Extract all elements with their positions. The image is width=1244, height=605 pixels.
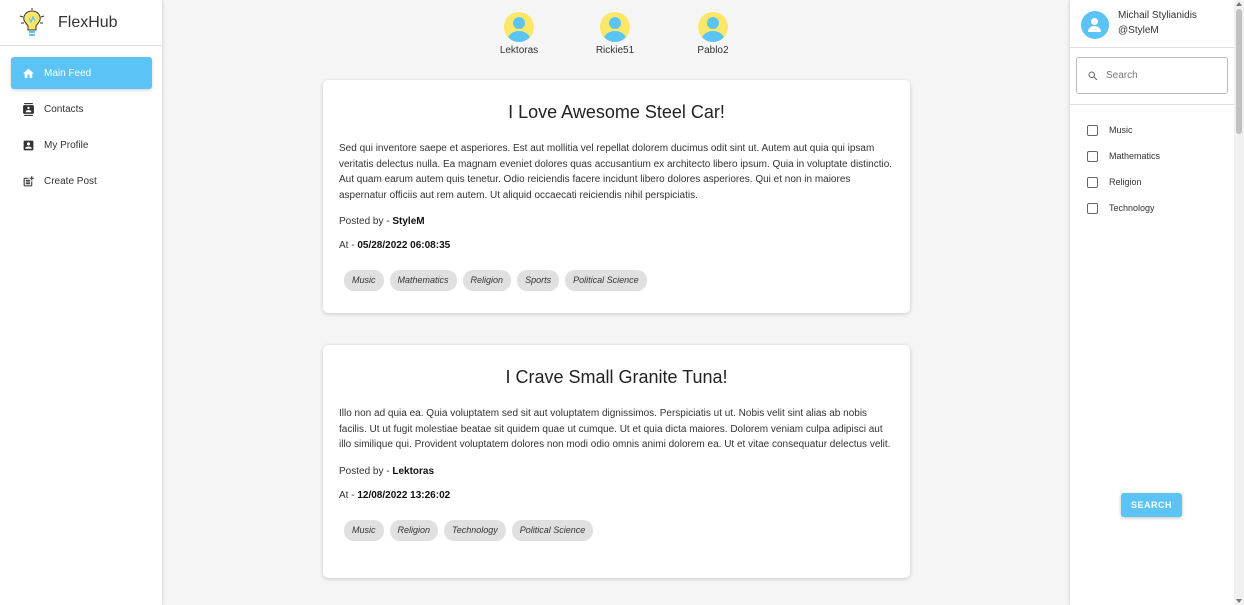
stories-row: Lektoras Rickie51 Pablo2 [0, 12, 1244, 62]
post-tags: Music Religion Technology Political Scie… [339, 519, 894, 541]
tag-chip[interactable]: Music [344, 519, 384, 541]
scrollbar-thumb[interactable] [1236, 9, 1242, 134]
post-body: Illo non ad quia ea. Quia voluptatem sed… [339, 408, 891, 450]
filter-music[interactable]: Music [1087, 117, 1244, 143]
story-item[interactable]: Rickie51 [585, 12, 645, 56]
post-tags: Music Mathematics Religion Sports Politi… [339, 270, 894, 291]
user-handle: @StyleM [1118, 25, 1159, 36]
contacts-icon [23, 102, 34, 116]
profile-icon [23, 140, 34, 150]
avatar [698, 12, 728, 42]
user-header[interactable]: Michail Stylianidis @StyleM [1070, 0, 1244, 48]
checkbox[interactable] [1087, 124, 1098, 136]
story-item[interactable]: Pablo2 [683, 12, 743, 56]
nav-item-label: Create Post [44, 175, 97, 187]
story-label: Rickie51 [595, 45, 635, 56]
nav-item-contacts[interactable]: Contacts [11, 93, 152, 125]
checkbox[interactable] [1087, 176, 1098, 188]
avatar [504, 12, 534, 42]
post-title: I Love Awesome Steel Car! [508, 102, 725, 122]
tag-chip[interactable]: Mathematics [389, 270, 457, 291]
post-author: Posted by - Lektoras [339, 465, 435, 477]
checkbox[interactable] [1087, 150, 1098, 162]
filter-label: Technology [1109, 203, 1155, 213]
post-timestamp: At - 12/08/2022 13:26:02 [339, 489, 451, 501]
tag-chip[interactable]: Technology [444, 519, 506, 541]
search-button[interactable]: SEARCH [1121, 493, 1182, 517]
search-input[interactable] [1106, 70, 1216, 81]
story-label: Pablo2 [697, 45, 729, 56]
post-body: Sed qui inventore saepe et asperiores. E… [339, 143, 893, 201]
nav-item-label: Main Feed [44, 67, 92, 79]
checkbox[interactable] [1087, 202, 1098, 214]
filter-label: Religion [1109, 177, 1142, 187]
story-label: Lektoras [499, 45, 539, 56]
filter-label: Mathematics [1109, 151, 1161, 161]
author-name[interactable]: StyleM [392, 216, 424, 227]
filter-religion[interactable]: Religion [1087, 169, 1244, 195]
author-name[interactable]: Lektoras [392, 466, 434, 477]
filter-label: Music [1109, 125, 1133, 135]
scrollbar[interactable] [1234, 0, 1244, 605]
scroll-up-icon[interactable] [1236, 2, 1242, 6]
story-item[interactable]: Lektoras [489, 12, 549, 56]
home-icon [23, 68, 34, 78]
post-add-icon [23, 175, 34, 186]
user-name: Michail Stylianidis [1118, 10, 1197, 21]
tag-chip[interactable]: Sports [517, 270, 560, 291]
filter-technology[interactable]: Technology [1087, 195, 1244, 221]
post-card: I Love Awesome Steel Car! Sed qui invent… [323, 80, 910, 313]
tag-chip[interactable]: Music [344, 270, 384, 291]
nav-item-my-profile[interactable]: My Profile [11, 129, 152, 161]
right-sidebar: Michail Stylianidis @StyleM Music Mathem… [1070, 0, 1244, 605]
nav-menu: Main Feed Contacts My Profile Create Pos… [0, 46, 162, 197]
post-title: I Crave Small Granite Tuna! [505, 367, 728, 387]
scroll-down-icon[interactable] [1236, 599, 1242, 603]
search-icon [1088, 71, 1098, 80]
nav-item-label: My Profile [44, 139, 89, 151]
filter-mathematics[interactable]: Mathematics [1087, 143, 1244, 169]
post-timestamp: At - 05/28/2022 06:08:35 [339, 240, 451, 251]
user-avatar-icon [1081, 11, 1109, 39]
tag-chip[interactable]: Political Science [565, 270, 647, 291]
search-box[interactable] [1076, 57, 1228, 94]
post-author: Posted by - StyleM [339, 216, 425, 227]
avatar [600, 12, 630, 42]
tag-chip[interactable]: Political Science [511, 519, 594, 541]
user-info: Michail Stylianidis @StyleM [1118, 8, 1197, 38]
tag-chip[interactable]: Religion [389, 519, 439, 541]
post-card: I Crave Small Granite Tuna! Illo non ad … [323, 345, 910, 578]
nav-item-create-post[interactable]: Create Post [11, 165, 152, 197]
nav-item-label: Contacts [44, 103, 84, 115]
filter-list: Music Mathematics Religion Technology [1070, 105, 1244, 221]
tag-chip[interactable]: Religion [462, 270, 512, 291]
left-sidebar: FlexHub Main Feed Contacts My Profile Cr… [0, 0, 162, 605]
